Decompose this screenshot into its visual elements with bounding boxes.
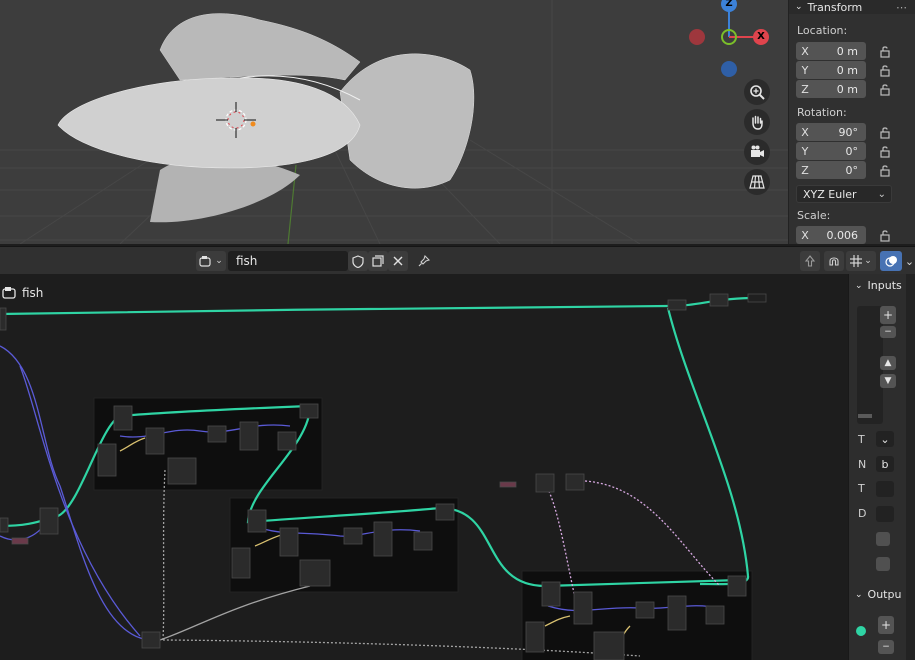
pin-icon[interactable] — [414, 251, 434, 271]
geometry-node-editor[interactable]: fish — [0, 246, 848, 660]
camera-icon[interactable] — [744, 139, 770, 165]
input-row-field[interactable] — [876, 506, 894, 522]
node-tree-icon — [199, 256, 211, 267]
location-label: Location: — [797, 24, 848, 37]
input-row-label: D — [858, 507, 867, 520]
lock-icon[interactable] — [878, 125, 892, 139]
add-input-button[interactable]: + — [880, 306, 896, 324]
chevron-down-icon: ⌄ — [215, 256, 223, 266]
lock-icon[interactable] — [878, 144, 892, 158]
rotation-y-field[interactable]: Y 0° — [796, 142, 866, 160]
input-row-label: N — [858, 458, 867, 471]
location-x-field[interactable]: X0 m — [796, 42, 866, 60]
scale-label: Scale: — [797, 209, 831, 222]
collapse-chevron-icon[interactable]: ⌄ — [795, 2, 803, 12]
viewport-grid — [0, 0, 788, 244]
input-row-label: T — [858, 482, 865, 495]
node-tree-browse-button[interactable]: ⌄ — [196, 251, 226, 271]
chevron-down-icon: ⌄ — [864, 256, 872, 266]
transform-panel: ⌄ Transform ⋯ Location: Rotation: Scale: — [788, 0, 915, 244]
grid-ortho-icon[interactable] — [744, 169, 770, 195]
input-row-field[interactable] — [876, 481, 894, 497]
lock-icon[interactable] — [878, 63, 892, 77]
list-resize-handle[interactable] — [858, 414, 872, 418]
input-option-checkbox[interactable] — [876, 532, 890, 546]
node-editor-header: ⌄ fish ⌄ ⌄ — [0, 246, 915, 274]
breadcrumb-label: fish — [22, 286, 44, 300]
chevron-down-icon[interactable]: ⌄ — [904, 251, 915, 271]
3d-viewport[interactable]: Z X — [0, 0, 788, 244]
remove-output-button[interactable]: − — [878, 640, 894, 654]
rotation-mode-select[interactable]: XYZ Euler ⌄ — [796, 185, 892, 203]
node-canvas[interactable] — [0, 246, 848, 660]
snapping-grid-icon[interactable]: ⌄ — [846, 251, 876, 271]
chevron-down-icon: ⌄ — [855, 589, 863, 600]
remove-input-button[interactable]: − — [880, 326, 896, 338]
input-option-checkbox[interactable] — [876, 557, 890, 571]
gizmo-y-axis[interactable] — [721, 29, 737, 45]
drag-handle-icon[interactable]: ⋯ — [896, 1, 907, 14]
chevron-down-icon: ⌄ — [877, 188, 886, 200]
zoom-icon[interactable] — [744, 79, 770, 105]
close-icon[interactable] — [388, 251, 408, 271]
duplicate-icon[interactable] — [368, 251, 388, 271]
lock-icon[interactable] — [878, 44, 892, 58]
rotation-label: Rotation: — [797, 106, 847, 119]
input-row-label: T — [858, 433, 865, 446]
hand-pan-icon[interactable] — [744, 109, 770, 135]
navigation-gizmo[interactable]: Z X — [684, 0, 774, 80]
overlay-toggle-icon[interactable] — [880, 251, 902, 271]
gizmo-neg-z-axis[interactable] — [721, 61, 737, 77]
inputs-panel-header[interactable]: ⌄ Inputs — [855, 279, 902, 292]
add-output-button[interactable]: + — [878, 616, 894, 634]
scale-x-field[interactable]: X 0.006 — [796, 226, 866, 244]
lock-icon[interactable] — [878, 82, 892, 96]
input-row-field[interactable]: b — [876, 456, 894, 472]
fish-model[interactable] — [57, 13, 475, 223]
rotation-x-field[interactable]: X 90° — [796, 123, 866, 141]
move-down-button[interactable]: ▼ — [880, 374, 896, 388]
rotation-z-field[interactable]: Z 0° — [796, 161, 866, 179]
node-tree-name-field[interactable]: fish — [228, 251, 348, 271]
transform-panel-header[interactable]: ⌄ Transform ⋯ — [789, 0, 915, 14]
fake-user-shield-icon[interactable] — [348, 251, 368, 271]
parent-node-tree-arrow-icon[interactable] — [800, 251, 820, 271]
location-y-field[interactable]: Y0 m — [796, 61, 866, 79]
outputs-panel-header[interactable]: ⌄ Outpu — [855, 588, 901, 601]
node-tree-icon — [2, 287, 16, 299]
chevron-down-icon: ⌄ — [855, 280, 863, 291]
input-row-dropdown[interactable]: ⌄ — [876, 431, 894, 447]
location-z-field[interactable]: Z0 m — [796, 80, 866, 98]
gizmo-z-axis[interactable]: Z — [721, 0, 737, 12]
lock-icon[interactable] — [878, 163, 892, 177]
sidebar-tab-strip[interactable] — [906, 274, 915, 660]
lock-icon[interactable] — [878, 228, 892, 242]
gizmo-neg-x-axis[interactable] — [689, 29, 705, 45]
move-up-button[interactable]: ▲ — [880, 356, 896, 370]
breadcrumb: fish — [2, 286, 43, 300]
gizmo-x-axis[interactable]: X — [753, 29, 769, 45]
transform-title: Transform — [807, 0, 863, 14]
snap-magnet-icon[interactable] — [824, 251, 844, 271]
geometry-socket-icon — [856, 626, 866, 636]
